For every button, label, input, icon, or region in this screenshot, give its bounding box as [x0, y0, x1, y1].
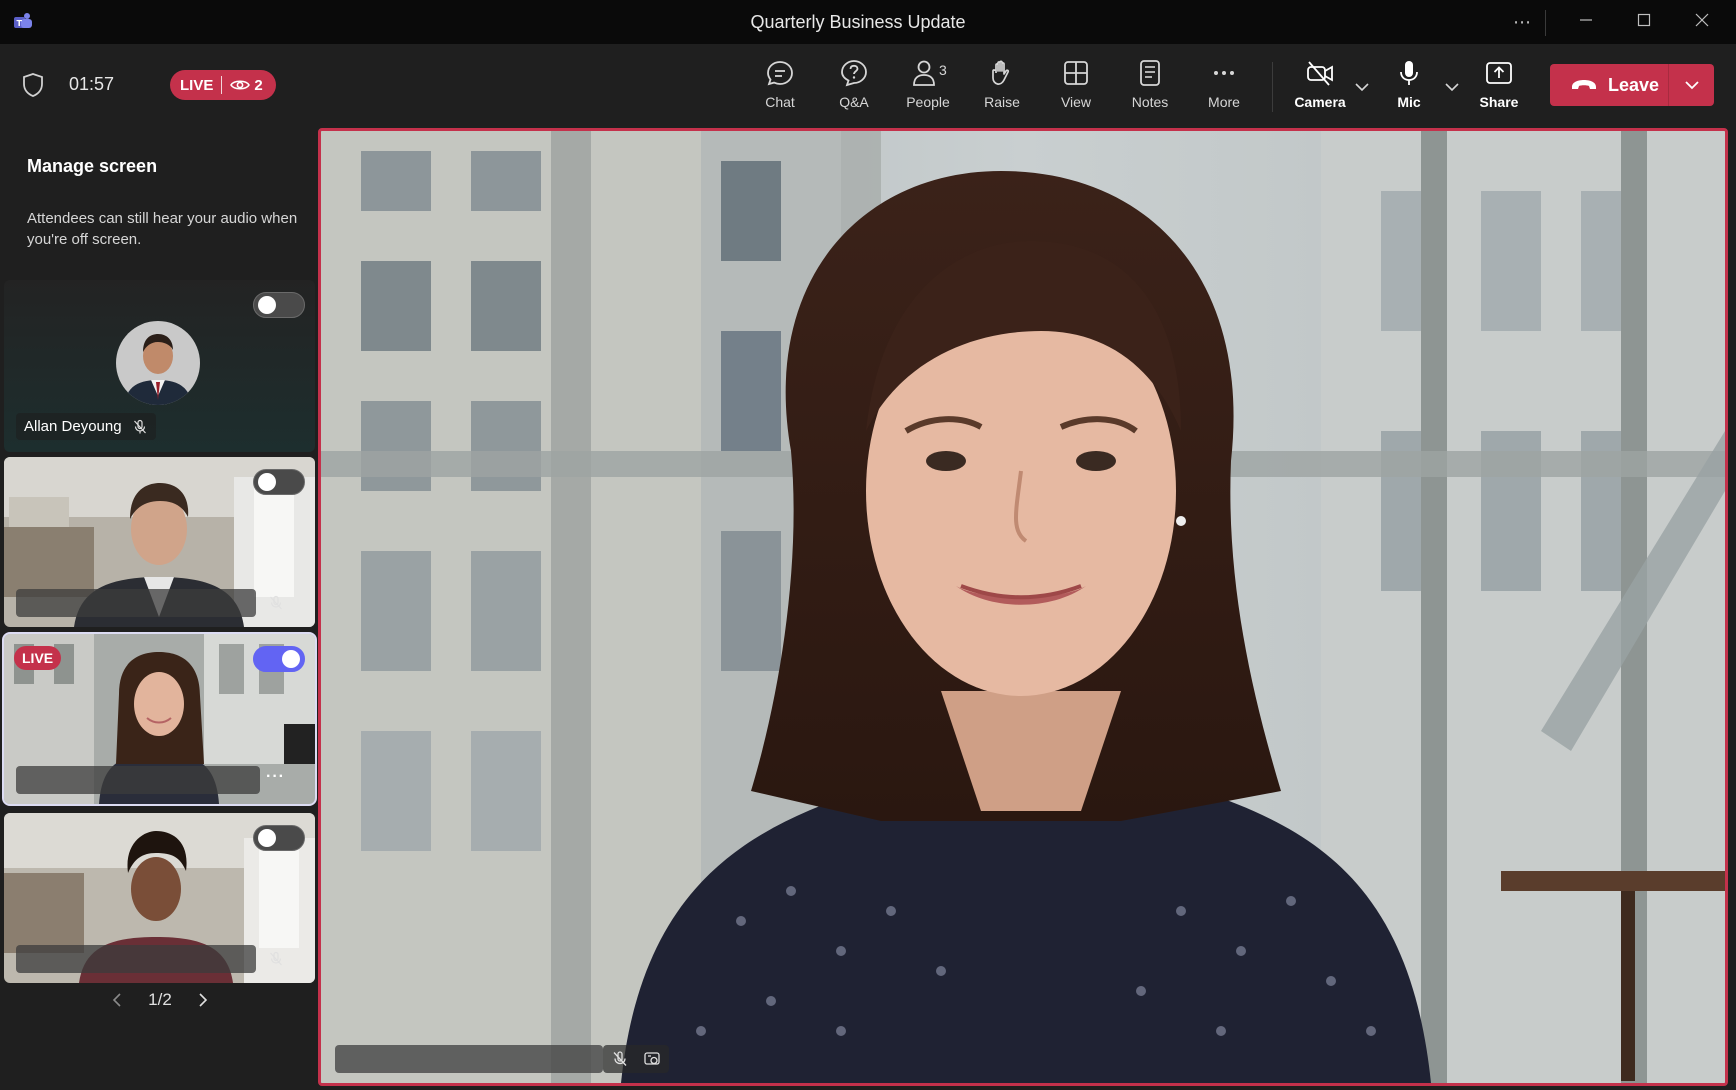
presenter-video	[321, 131, 1725, 1083]
on-screen-toggle[interactable]	[253, 825, 305, 851]
participant-tile[interactable]	[4, 813, 315, 983]
live-status-badge: LIVE 2	[170, 70, 276, 100]
more-button[interactable]: More	[1191, 58, 1257, 110]
raise-label: Raise	[984, 94, 1020, 110]
viewer-count: 2	[254, 76, 263, 94]
avatar	[116, 321, 200, 405]
leave-button[interactable]: Leave	[1550, 64, 1669, 106]
meeting-toolbar: 01:57 LIVE 2 Chat Q&A 3 People Raise Vie…	[0, 44, 1736, 128]
camera-button[interactable]: Camera	[1287, 58, 1353, 110]
people-button[interactable]: 3 People	[895, 58, 961, 110]
camera-off-icon	[1307, 61, 1333, 86]
notes-button[interactable]: Notes	[1117, 58, 1183, 110]
shield-icon[interactable]	[22, 72, 44, 98]
participant-tile[interactable]	[4, 457, 315, 627]
people-label: People	[906, 94, 950, 110]
eye-icon	[230, 80, 251, 90]
mic-options-chevron-icon[interactable]	[1443, 78, 1461, 96]
manage-screen-panel: Manage screen Attendees can still hear y…	[0, 128, 318, 1090]
participant-name-bar	[16, 945, 256, 973]
leave-label: Leave	[1608, 74, 1660, 95]
notes-icon	[1140, 60, 1160, 86]
screen-share-status-icon[interactable]	[643, 1050, 661, 1068]
live-badge: LIVE	[14, 646, 62, 670]
toolbar-divider	[1272, 62, 1273, 112]
view-label: View	[1060, 94, 1092, 110]
presenter-status-icons	[603, 1045, 669, 1073]
chat-label: Chat	[765, 94, 795, 110]
participant-tile[interactable]: LIVE ···	[2, 632, 317, 806]
share-icon	[1486, 62, 1512, 84]
panel-description: Attendees can still hear your audio when…	[27, 210, 298, 248]
tile-pager: 1/2	[110, 990, 210, 1010]
participant-name-label: Allan Deyoung	[16, 413, 156, 440]
qa-button[interactable]: Q&A	[821, 58, 887, 110]
chat-button[interactable]: Chat	[747, 58, 813, 110]
share-label: Share	[1479, 94, 1519, 110]
meeting-timer: 01:57	[69, 74, 115, 94]
page-indicator: 1/2	[148, 990, 172, 1009]
on-screen-toggle[interactable]	[253, 646, 305, 672]
panel-title: Manage screen	[27, 156, 158, 176]
presenter-name-bar	[335, 1045, 603, 1073]
title-bar: T Quarterly Business Update ⋯	[0, 0, 1736, 44]
grid-view-icon	[1064, 61, 1088, 85]
on-screen-toggle[interactable]	[253, 469, 305, 495]
people-count: 3	[939, 62, 947, 78]
main-stage-video[interactable]	[318, 128, 1728, 1086]
chat-icon	[767, 61, 793, 86]
titlebar-divider	[1545, 10, 1546, 36]
close-button[interactable]	[1688, 10, 1716, 34]
leave-options-button[interactable]	[1669, 76, 1714, 94]
window-title: Quarterly Business Update	[750, 12, 966, 32]
leave-button-group: Leave	[1550, 64, 1714, 106]
more-label: More	[1208, 94, 1240, 110]
mic-button[interactable]: Mic	[1376, 58, 1442, 110]
share-button[interactable]: Share	[1466, 58, 1532, 110]
camera-options-chevron-icon[interactable]	[1353, 78, 1371, 96]
hang-up-icon	[1572, 80, 1596, 89]
chevron-down-icon	[1684, 81, 1699, 90]
qa-icon	[841, 60, 867, 87]
more-dots-icon	[1214, 71, 1234, 75]
maximize-button[interactable]	[1630, 10, 1658, 34]
qa-label: Q&A	[839, 94, 869, 110]
mic-off-icon	[270, 951, 282, 966]
more-options-icon[interactable]: ···	[266, 768, 285, 786]
live-label: LIVE	[180, 76, 214, 94]
chevron-right-icon[interactable]	[196, 992, 210, 1008]
participant-tile[interactable]: Allan Deyoung	[4, 280, 315, 452]
raise-hand-icon	[992, 60, 1010, 85]
people-icon	[913, 60, 935, 86]
notes-label: Notes	[1131, 94, 1169, 110]
mic-icon	[1400, 61, 1418, 85]
chevron-left-icon[interactable]	[110, 992, 124, 1008]
on-screen-toggle[interactable]	[253, 292, 305, 318]
mic-off-icon	[613, 1051, 627, 1066]
view-button[interactable]: View	[1043, 58, 1109, 110]
mic-off-icon	[133, 419, 146, 433]
participant-name-bar	[16, 589, 256, 617]
more-options-icon[interactable]: ⋯	[1508, 10, 1536, 34]
raise-hand-button[interactable]: Raise	[969, 58, 1035, 110]
participant-name-bar	[16, 766, 260, 794]
minimize-button[interactable]	[1572, 10, 1600, 34]
mic-off-icon	[270, 595, 282, 610]
mic-label: Mic	[1397, 94, 1421, 110]
camera-label: Camera	[1294, 94, 1346, 110]
